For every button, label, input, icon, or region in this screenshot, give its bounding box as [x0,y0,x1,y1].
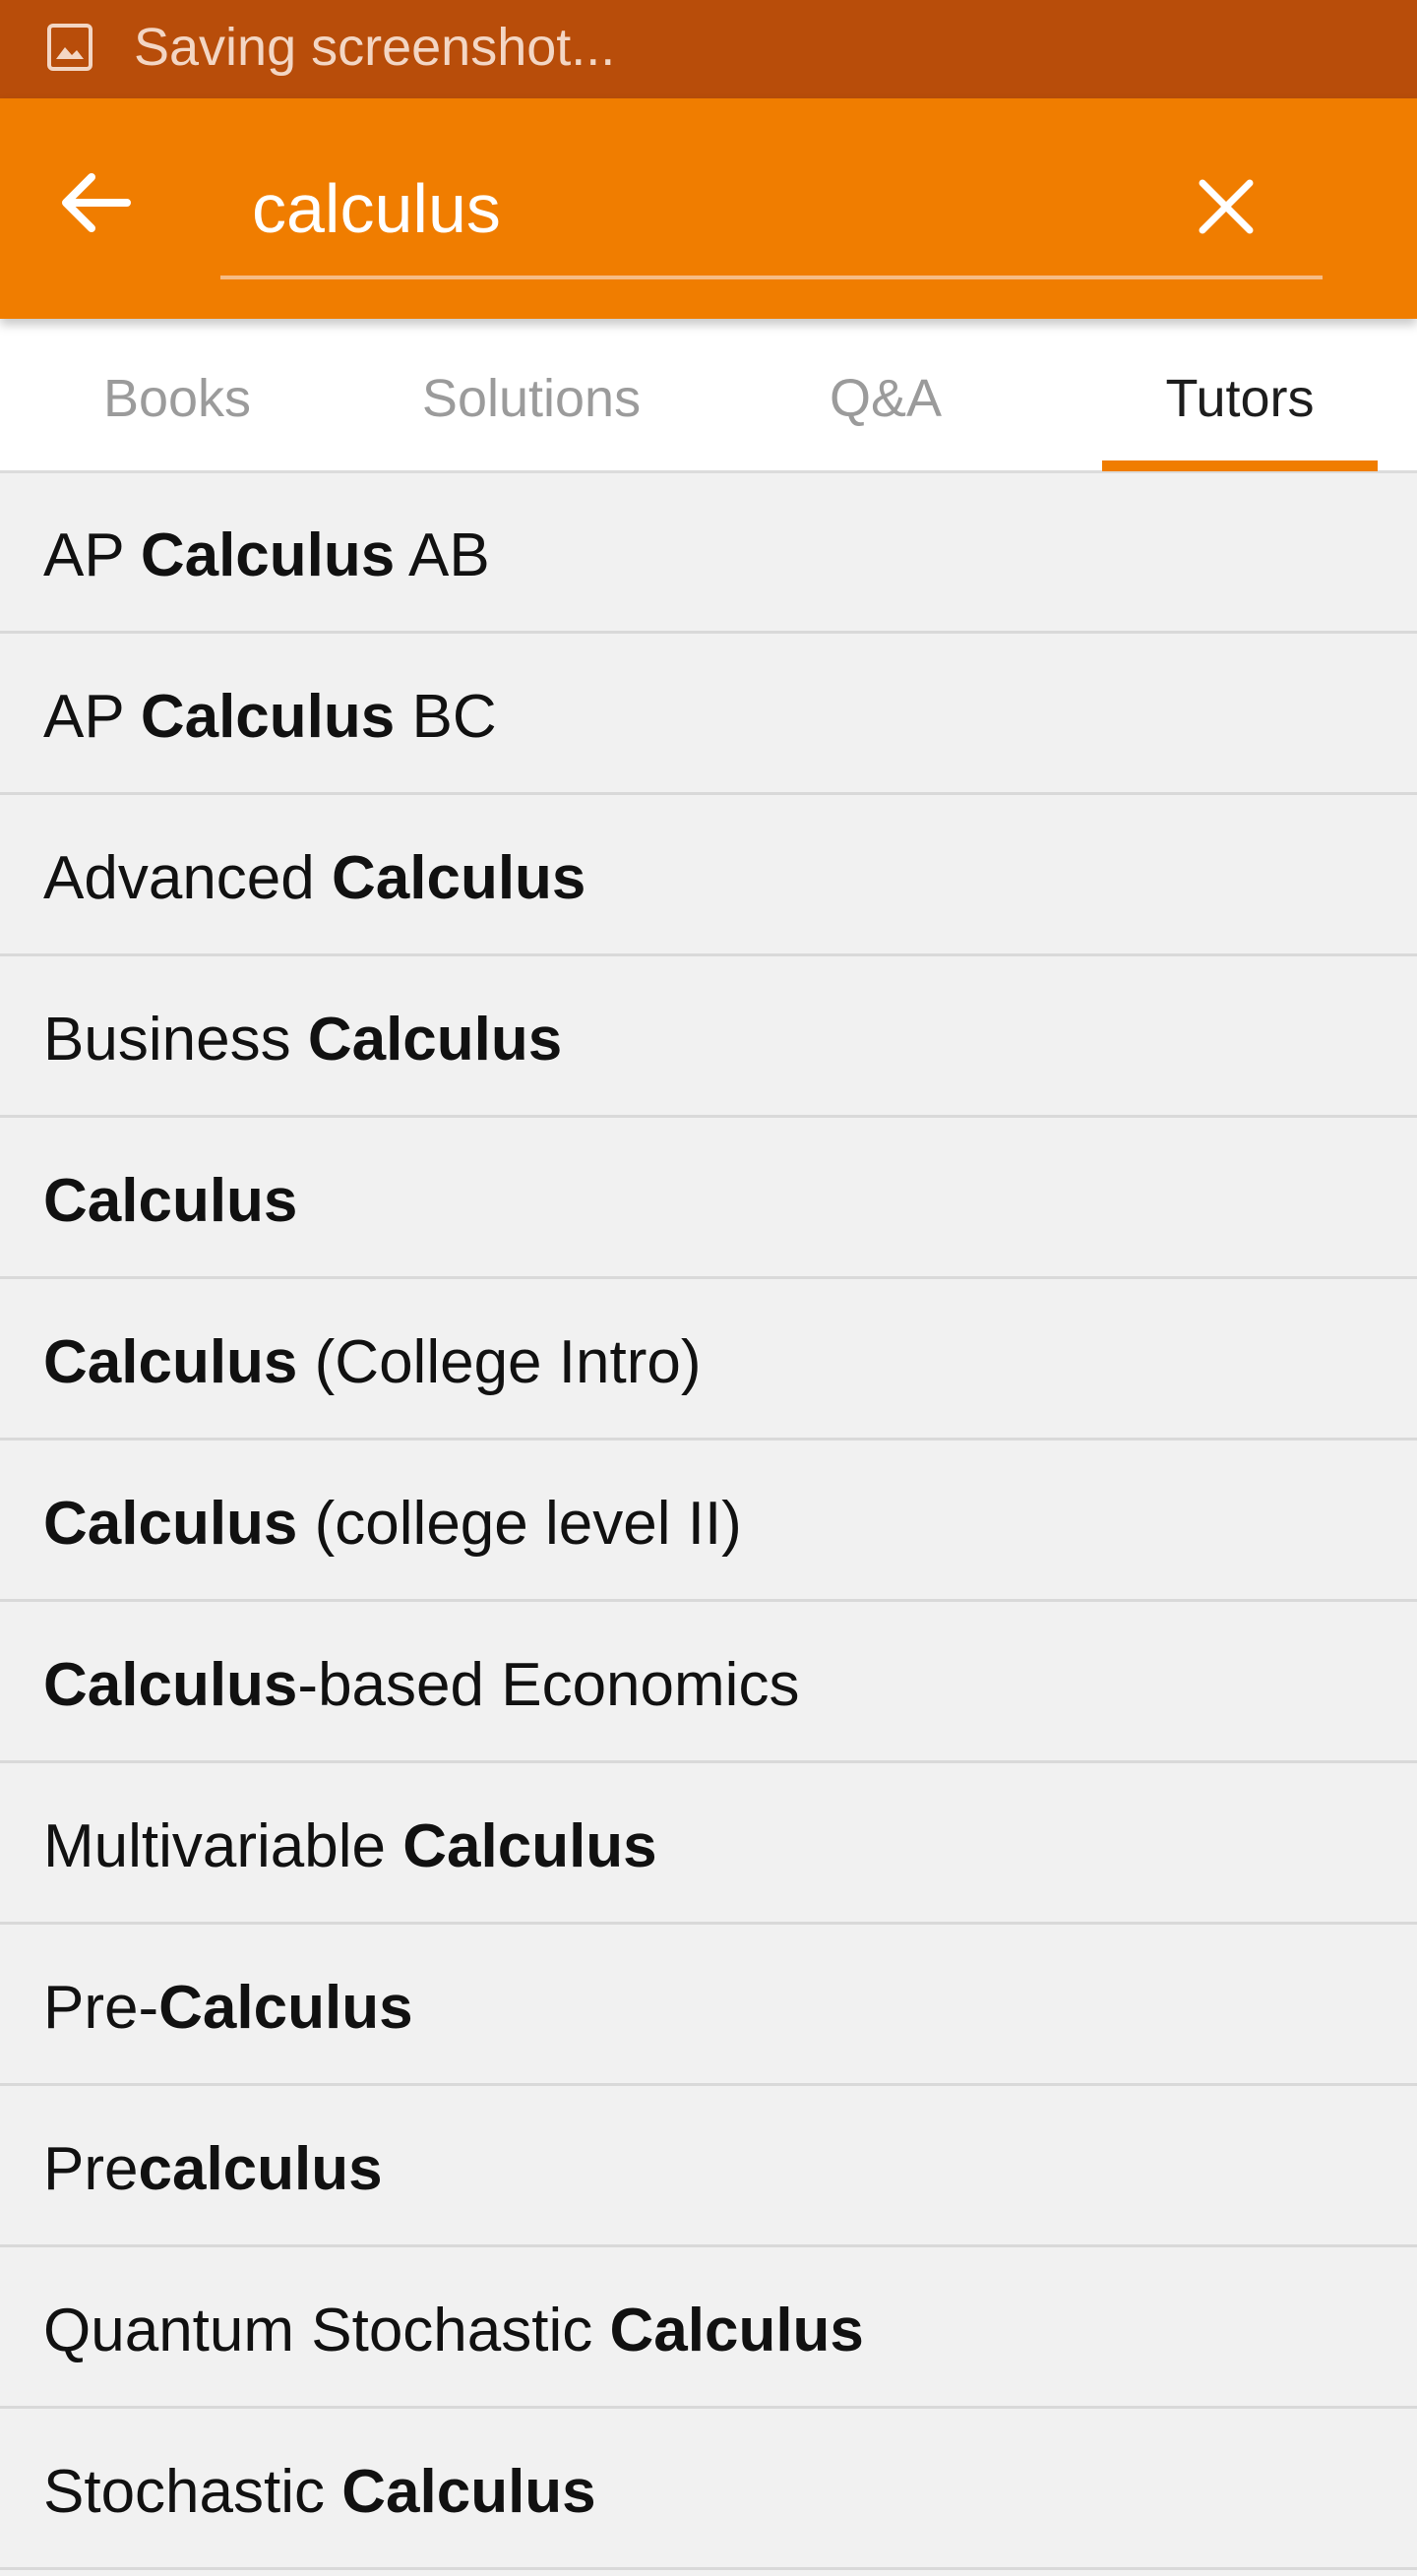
active-tab-indicator [1102,460,1378,471]
list-item[interactable]: Quantum Stochastic Calculus [0,2247,1417,2409]
list-item[interactable]: Business Calculus [0,956,1417,1118]
list-item[interactable]: Calculus (college level II) [0,1441,1417,1602]
tab-books[interactable]: Books [0,319,354,470]
status-notification-text: Saving screenshot... [134,18,616,77]
list-item[interactable]: Precalculus [0,2086,1417,2247]
arrow-left-icon [58,172,131,237]
list-item-label: Calculus (college level II) [43,1490,742,1558]
list-item[interactable]: Calculus-based Economics [0,1602,1417,1763]
image-icon [47,24,92,71]
tab-tutors[interactable]: Tutors [1063,319,1417,470]
list-item-label: Advanced Calculus [43,844,586,912]
list-item[interactable]: AP Calculus BC [0,634,1417,795]
clear-search-button[interactable] [1171,153,1281,264]
list-item[interactable]: Stochastic Calculus [0,2409,1417,2570]
list-item-label: Calculus-based Economics [43,1651,800,1719]
list-item-label: Stochastic Calculus [43,2458,596,2526]
list-item-label: Business Calculus [43,1006,563,1073]
search-tabs: Books Solutions Q&A Tutors [0,319,1417,473]
tab-solutions[interactable]: Solutions [354,319,708,470]
search-app-bar [0,98,1417,319]
list-item[interactable]: Calculus (College Intro) [0,1279,1417,1441]
list-item[interactable]: Multivariable Calculus [0,1763,1417,1925]
list-item-label: Calculus (College Intro) [43,1328,702,1396]
search-field [220,146,1323,279]
list-item-label: Multivariable Calculus [43,1812,657,1880]
list-item-label: Quantum Stochastic Calculus [43,2297,864,2364]
list-item-label: AP Calculus BC [43,683,497,751]
list-item-label: Calculus [43,1167,298,1235]
list-item-label: AP Calculus AB [43,521,490,589]
search-input[interactable] [252,161,1098,256]
list-item[interactable]: Advanced Calculus [0,795,1417,956]
status-bar: Saving screenshot... [0,0,1417,98]
list-item[interactable]: Calculus [0,1118,1417,1279]
list-item[interactable]: AP Calculus AB [0,472,1417,634]
back-button[interactable] [39,150,150,260]
results-list: AP Calculus AB AP Calculus BC Advanced C… [0,472,1417,2570]
close-icon [1197,177,1256,240]
list-item-label: Pre-Calculus [43,1974,413,2042]
list-item-label: Precalculus [43,2135,383,2203]
list-item[interactable]: Pre-Calculus [0,1925,1417,2086]
tab-qa[interactable]: Q&A [708,319,1063,470]
